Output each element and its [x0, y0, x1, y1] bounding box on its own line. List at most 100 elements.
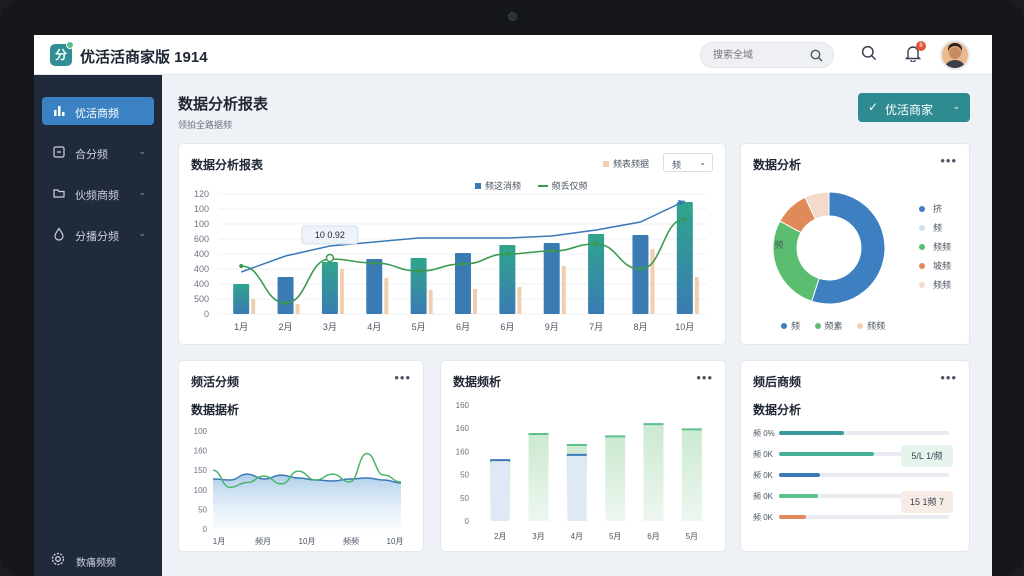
y-tick-label: 50 — [198, 505, 207, 514]
donut-card: 数据分析 ••• 频 挤 频 频频 坡频 频频 频 频素 频频 — [740, 143, 970, 345]
line-point — [505, 252, 510, 256]
doc-icon — [53, 146, 65, 158]
bar — [681, 429, 702, 521]
x-tick-label: 6月 — [647, 532, 659, 541]
bar — [632, 235, 649, 314]
bar-chart-card: 数据频析 ••• 0 50 50 160 160 160 2月 3月 4月 5月 6月 5月 — [440, 360, 726, 552]
x-tick-label: 1月 — [213, 537, 225, 546]
x-tick-label: 10月 — [299, 537, 316, 546]
y-tick-label: 0 — [203, 525, 208, 534]
progress-card: 频后商频 ••• 数据分析 频 0% 频 0K 频 0K 频 0K 频 0K 5/L 1… — [740, 360, 970, 552]
x-tick-label: 2月 — [494, 532, 506, 541]
y-tick-label: 160 — [456, 424, 470, 433]
line-point — [594, 242, 599, 246]
sidebar: 优活商频 合分频 ⌄ 伙频商频 ⌄ 分播分频 ⌄ 数痛频频 — [34, 75, 162, 576]
y-tick-label: 160 — [456, 401, 470, 410]
y-tick-label: 120 — [194, 189, 209, 199]
primary-action-button[interactable]: ✓ 优活商家 ⌄ — [858, 93, 970, 122]
x-tick-label: 3月 — [532, 532, 544, 541]
x-tick-label: 5月 — [412, 322, 426, 332]
area-chart-card: 频活分频 ••• 数据据析 0 50 100 150 160 100 1月 频月 10月 频频 10… — [178, 360, 424, 552]
search-icon[interactable] — [810, 49, 823, 62]
bar — [233, 284, 250, 314]
page-title: 数据分析报表 — [178, 96, 269, 113]
donut-slice-label: 频 — [774, 239, 783, 250]
y-tick-label: 400 — [194, 249, 209, 259]
y-tick-label: 150 — [194, 466, 208, 475]
value-tag: 5/L 1/频 — [901, 445, 953, 467]
bar-secondary — [384, 278, 389, 314]
x-tick-label: 6月 — [500, 322, 514, 332]
page-subtitle: 领拍全路据频 — [178, 120, 233, 130]
x-tick-label: 频频 — [343, 536, 359, 546]
y-tick-label: 50 — [460, 471, 469, 480]
gear-icon — [51, 552, 65, 566]
chevron-down-icon: ⌄ — [952, 101, 960, 111]
line-point — [638, 267, 643, 271]
progress-fill — [779, 452, 875, 456]
bar-secondary — [517, 287, 522, 314]
x-tick-label: 5月 — [609, 532, 621, 541]
more-icon[interactable]: ••• — [940, 370, 957, 385]
bar-secondary — [473, 289, 477, 314]
sidebar-item-partners[interactable]: 伙频商频 ⌄ — [42, 179, 154, 207]
logo-dot-icon — [66, 41, 74, 49]
legend-label: 频频 — [867, 321, 886, 331]
notification-badge: 8 — [916, 41, 926, 51]
progress-fill — [779, 431, 844, 435]
bar — [277, 277, 294, 314]
x-tick-label: 9月 — [545, 322, 559, 332]
legend-item: 频频 — [919, 278, 951, 291]
line-point — [461, 262, 465, 266]
bar-secondary — [561, 266, 566, 314]
progress-label: 频 0K — [753, 471, 774, 480]
chevron-down-icon: ⌄ — [138, 146, 146, 156]
bar — [410, 258, 427, 314]
bar-secondary — [295, 304, 300, 314]
line-point — [372, 261, 377, 265]
bar — [321, 262, 338, 314]
donut-bottom-legend: 频 频素 频频 — [781, 319, 885, 332]
x-tick-label: 2月 — [279, 322, 293, 332]
top-header: 分 优活活商家版 1914 8 — [34, 35, 992, 75]
chevron-down-icon: ⌄ — [138, 187, 146, 197]
legend-item: 频 — [919, 221, 942, 234]
progress-label: 频 0K — [753, 450, 774, 459]
sidebar-item-share[interactable]: 合分频 ⌄ — [42, 138, 154, 166]
legend-label: 频素 — [824, 321, 843, 331]
progress-track — [779, 515, 949, 519]
y-tick-label: 400 — [194, 264, 209, 274]
y-tick-label: 160 — [194, 447, 208, 456]
x-tick-label: 8月 — [633, 322, 647, 332]
y-tick-label: 160 — [456, 447, 470, 456]
device-bezel: 分 优活活商家版 1914 8 — [0, 0, 1024, 576]
tooltip-label: 10 0.92 — [315, 230, 345, 240]
donut-hole — [805, 224, 853, 272]
x-tick-label: 4月 — [367, 322, 381, 332]
x-tick-label: 7月 — [589, 322, 603, 332]
search-input[interactable] — [713, 47, 803, 64]
sidebar-item-distribution[interactable]: 分播分频 ⌄ — [42, 220, 154, 248]
bar — [543, 243, 560, 314]
y-tick-label: 400 — [194, 279, 209, 289]
card-title: 频后商频 — [753, 375, 802, 389]
sidebar-footer-label: 数痛频频 — [76, 558, 116, 569]
bar-overlay — [567, 454, 586, 521]
sidebar-item-shop[interactable]: 优活商频 — [42, 97, 154, 125]
search-icon[interactable] — [861, 45, 877, 61]
sidebar-footer-settings[interactable]: 数痛频频 — [50, 551, 116, 570]
bar-secondary — [650, 249, 655, 314]
primary-button-label: 优活商家 — [885, 103, 934, 117]
drop-icon — [54, 227, 64, 241]
search-box[interactable] — [700, 42, 834, 68]
x-tick-label: 10月 — [387, 537, 404, 546]
x-tick-label: 3月 — [323, 322, 337, 332]
bar-chart: 0 50 50 160 160 160 2月 3月 4月 5月 6月 5月 — [456, 401, 702, 541]
app-title: 优活活商家版 1914 — [80, 49, 208, 66]
line-point — [416, 269, 421, 273]
sidebar-item-label: 伙频商频 — [75, 190, 119, 202]
user-avatar[interactable] — [940, 40, 970, 70]
y-tick-label: 100 — [194, 427, 208, 436]
area-chart: 0 50 100 150 160 100 1月 频月 10月 频频 10月 — [194, 427, 404, 546]
progress-label: 频 0K — [753, 513, 774, 522]
